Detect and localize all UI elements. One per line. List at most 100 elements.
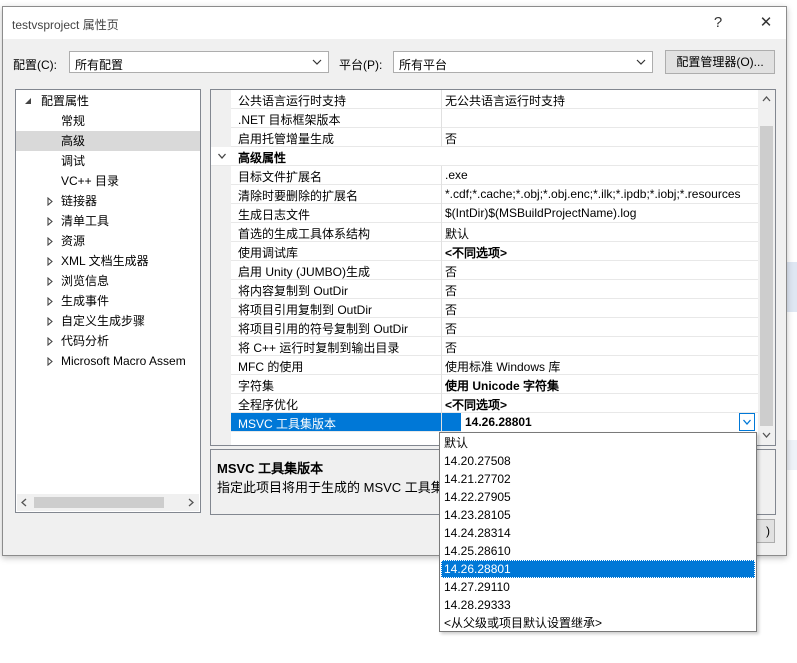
expand-triangle-icon[interactable] [46,297,54,306]
config-manager-button[interactable]: 配置管理器(O)... [665,50,775,74]
tree-item[interactable]: 生成事件 [16,291,200,311]
dropdown-option[interactable]: 14.26.28801 [441,560,755,578]
toolset-dropdown-list[interactable]: 默认 14.20.27508 14.21.27702 14.22.27905 14.23… [439,432,757,632]
expand-triangle-icon[interactable] [46,337,54,346]
property-name: MSVC 工具集版本 [238,417,337,431]
property-name: 公共语言运行时支持 [238,94,347,108]
property-row[interactable]: .NET 目标框架版本 [231,109,760,128]
background-window-strip [787,440,797,470]
property-value[interactable]: 否 [445,339,760,356]
dropdown-option[interactable]: 14.23.28105 [441,506,755,524]
tree-item-label: 常规 [61,114,86,128]
property-row[interactable]: 首选的生成工具体系结构 默认 [231,223,760,242]
property-value[interactable]: $(IntDir)$(MSBuildProjectName).log [445,206,760,220]
property-value[interactable]: 使用 Unicode 字符集 [445,377,760,394]
property-row[interactable]: 生成日志文件 $(IntDir)$(MSBuildProjectName).log [231,204,760,223]
tree-item-label: 资源 [61,234,86,248]
expand-triangle-icon[interactable] [46,217,54,226]
expand-triangle-icon[interactable] [46,317,54,326]
scroll-left-icon[interactable] [20,498,28,507]
tree-item[interactable]: 资源 [16,231,200,251]
column-separator [441,223,442,242]
expand-triangle-icon[interactable] [46,277,54,286]
config-select[interactable]: 所有配置 [69,51,329,73]
tree-item[interactable]: 常规 [16,111,200,131]
expand-triangle-icon[interactable] [46,237,54,246]
dropdown-option[interactable]: 14.20.27508 [441,452,755,470]
expanded-triangle-icon[interactable] [24,97,32,105]
property-row[interactable]: 公共语言运行时支持 无公共语言运行时支持 [231,90,760,109]
property-row[interactable]: 启用托管增量生成 否 [231,128,760,147]
property-value[interactable]: 默认 [445,225,760,242]
tree-item[interactable]: VC++ 目录 [16,171,200,191]
grid-vscroll-thumb[interactable] [760,126,773,426]
dropdown-option[interactable]: 14.21.27702 [441,470,755,488]
expand-triangle-icon[interactable] [46,257,54,266]
dropdown-option[interactable]: 14.24.28314 [441,524,755,542]
expand-triangle-icon[interactable] [46,357,54,366]
dropdown-option[interactable]: 默认 [441,434,755,452]
property-row[interactable]: 将 C++ 运行时复制到输出目录 否 [231,337,760,356]
property-row[interactable]: 将项目引用的符号复制到 OutDir 否 [231,318,760,337]
property-row[interactable]: MFC 的使用 使用标准 Windows 库 [231,356,760,375]
expand-triangle-icon[interactable] [46,197,54,206]
property-row[interactable]: 字符集 使用 Unicode 字符集 [231,375,760,394]
tree-item[interactable]: 链接器 [16,191,200,211]
property-value[interactable]: 否 [445,320,760,337]
dropdown-option[interactable]: 14.22.27905 [441,488,755,506]
property-row[interactable]: 清除时要删除的扩展名 *.cdf;*.cache;*.obj;*.obj.enc;… [231,185,760,204]
dropdown-option[interactable]: <从父级或项目默认设置继承> [441,614,755,632]
scroll-up-icon[interactable] [762,95,771,103]
property-row[interactable]: 启用 Unity (JUMBO)生成 否 [231,261,760,280]
property-row[interactable]: 将内容复制到 OutDir 否 [231,280,760,299]
property-grid[interactable]: 公共语言运行时支持 无公共语言运行时支持 .NET 目标框架版本 启用托管增量生成否高… [210,89,776,446]
dropdown-option[interactable]: 14.27.29110 [441,578,755,596]
dropdown-option[interactable]: 14.25.28610 [441,542,755,560]
platform-select-value: 所有平台 [399,58,448,72]
property-row[interactable]: 全程序优化 <不同选项> [231,394,760,413]
toolset-dropdown-toggle[interactable] [739,413,755,431]
collapse-chevron-icon[interactable] [217,151,227,161]
property-value[interactable]: <不同选项> [445,396,760,413]
property-value[interactable]: <不同选项> [445,244,760,261]
close-button[interactable]: ✕ [755,12,777,34]
dropdown-option-label: <从父级或项目默认设置继承> [444,616,603,630]
tree-item[interactable]: Microsoft Macro Assem [16,351,200,371]
category-tree[interactable]: 配置属性 常规高级 调试 VC++ 目录 链接器 清单工具资源 XML 文档生成器 浏览信息… [15,89,201,513]
column-separator [441,90,442,109]
property-row[interactable]: 目标文件扩展名 .exe [231,166,760,185]
tree-item-label: 自定义生成步骤 [61,314,146,328]
tree-item[interactable]: 调试 [16,151,200,171]
scroll-right-icon[interactable] [187,498,195,507]
property-value[interactable]: 否 [445,301,760,318]
tree-hscroll-thumb[interactable] [34,497,164,508]
property-row[interactable]: 使用调试库 <不同选项> [231,242,760,261]
property-value[interactable]: 14.26.28801 [461,413,775,432]
dropdown-option[interactable]: 14.28.29333 [441,596,755,614]
tree-horizontal-scrollbar[interactable] [17,494,199,511]
property-value[interactable]: 否 [445,130,760,147]
tree-item[interactable]: XML 文档生成器 [16,251,200,271]
tree-item-label: Microsoft Macro Assem [61,354,186,368]
column-separator [441,337,442,356]
selected-property-row[interactable]: MSVC 工具集版本 14.26.28801 [231,413,775,432]
tree-item[interactable]: 代码分析 [16,331,200,351]
property-value[interactable]: 否 [445,282,760,299]
property-value[interactable]: .exe [445,168,760,182]
property-value[interactable]: 无公共语言运行时支持 [445,92,760,109]
category-row-advanced[interactable]: 高级属性 [211,147,760,166]
tree-item[interactable]: 浏览信息 [16,271,200,291]
tree-item[interactable]: 自定义生成步骤 [16,311,200,331]
title-bar: testvsproject 属性页 ? ✕ [3,7,786,39]
platform-select[interactable]: 所有平台 [393,51,653,73]
tree-item[interactable]: 清单工具 [16,211,200,231]
tree-root-config-properties[interactable]: 配置属性 [16,91,200,111]
property-value[interactable]: 否 [445,263,760,280]
property-row[interactable]: 将项目引用复制到 OutDir 否 [231,299,760,318]
property-value[interactable]: 使用标准 Windows 库 [445,358,760,375]
grid-vertical-scrollbar[interactable] [758,90,775,445]
scroll-down-icon[interactable] [762,431,771,439]
property-value[interactable]: *.cdf;*.cache;*.obj;*.obj.enc;*.ilk;*.ip… [445,187,760,201]
help-button[interactable]: ? [707,12,729,34]
tree-item[interactable]: 高级 [16,131,200,151]
